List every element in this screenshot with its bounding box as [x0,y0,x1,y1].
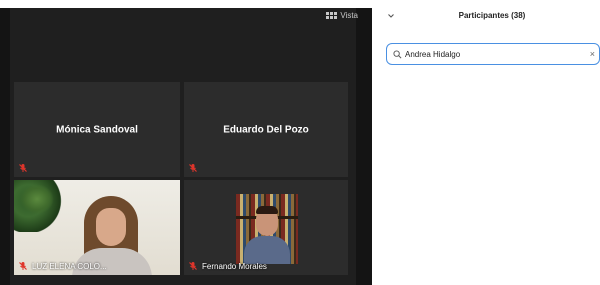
mic-muted-icon [19,164,27,172]
mic-muted-icon [189,262,197,270]
participant-search[interactable]: × [386,43,600,65]
tile-status [188,163,198,173]
participant-video [236,194,298,264]
video-tile[interactable]: Mónica Sandoval [14,82,180,177]
search-input[interactable] [405,49,585,59]
tile-status [18,163,28,173]
gallery-left-edge [0,8,10,285]
gallery-right-edge [356,8,372,285]
mic-muted-icon [189,164,197,172]
clear-search-icon[interactable]: × [590,48,595,60]
panel-title: Participantes (38) [458,11,526,20]
video-tile[interactable]: Fernando Morales [184,180,348,275]
view-button-label: Vista [340,11,358,20]
participants-panel: Participantes (38) × [372,0,600,285]
tile-status: Fernando Morales [188,261,267,271]
video-tile[interactable]: LUZ ELENA COLO... [14,180,180,275]
participant-name: LUZ ELENA COLO... [32,261,107,271]
participant-name: Mónica Sandoval [56,124,138,135]
view-button[interactable]: Vista [326,11,358,20]
search-icon [393,49,402,58]
video-tile[interactable]: Eduardo Del Pozo [184,82,348,177]
mic-muted-icon [19,262,27,270]
meeting-window: Vista Mónica Sandoval Eduardo Del Pozo L… [0,0,600,285]
grid-view-icon [326,12,338,19]
participant-name: Fernando Morales [202,261,267,271]
tile-status: LUZ ELENA COLO... [18,261,107,271]
participant-name: Eduardo Del Pozo [223,124,309,135]
